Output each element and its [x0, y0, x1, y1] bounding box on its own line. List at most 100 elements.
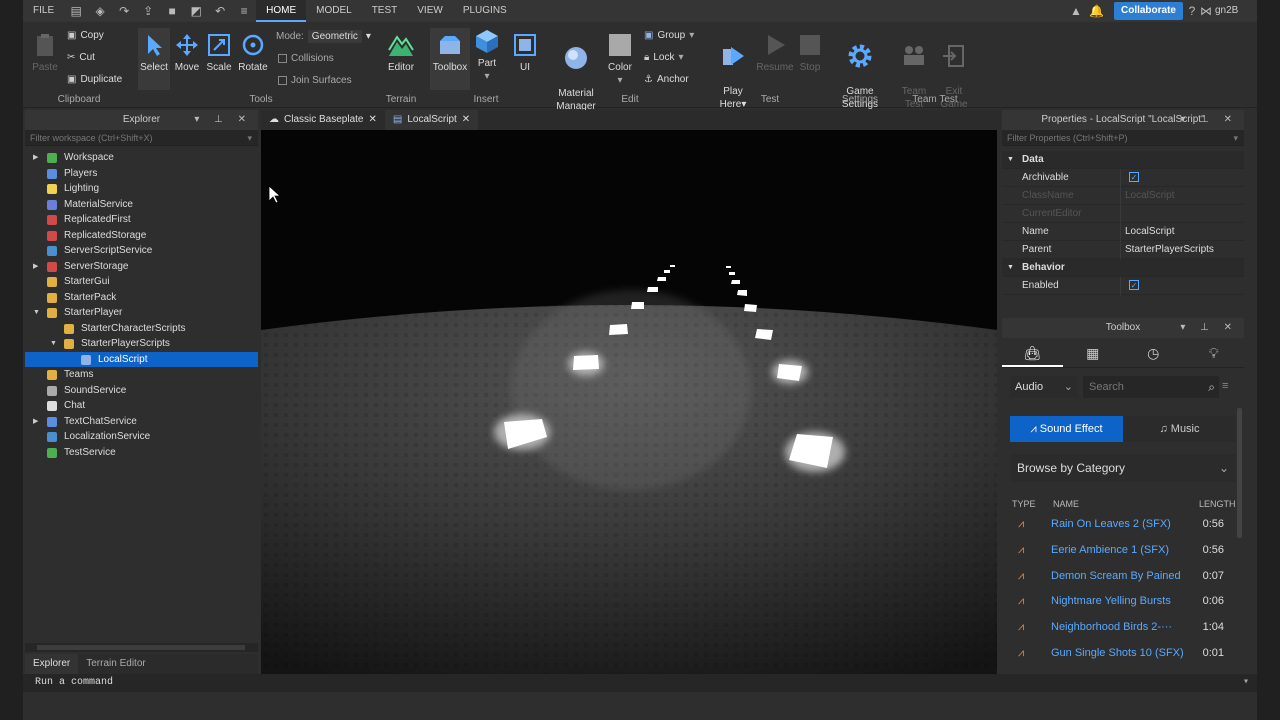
sound-name[interactable]: Gun Single Shots 10 (SFX)	[1051, 641, 1184, 667]
mode-selector[interactable]: Mode: Geometric ▾	[276, 30, 371, 43]
explorer-item[interactable]: StarterGui	[25, 274, 258, 290]
collisions-toggle[interactable]: Collisions	[278, 53, 334, 64]
join-surfaces-toggle[interactable]: Join Surfaces	[278, 75, 352, 86]
open-icon[interactable]: ◈	[93, 4, 107, 18]
ui-button[interactable]: UI	[510, 32, 540, 74]
copy-button[interactable]: ▣ Copy	[67, 30, 104, 41]
explorer-item[interactable]: ▶ Workspace	[25, 150, 258, 166]
property-row[interactable]: ClassName LocalScript	[1002, 187, 1244, 205]
expand-right-icon[interactable]: ▶	[33, 150, 41, 166]
filter-sliders-icon[interactable]: ≡	[1222, 380, 1228, 392]
expand-right-icon[interactable]: ▶	[33, 414, 41, 430]
explorer-item[interactable]: MaterialService	[25, 197, 258, 213]
property-row[interactable]: CurrentEditor	[1002, 205, 1244, 223]
tab-classic-baseplate[interactable]: ☁ Classic Baseplate ✕	[261, 110, 385, 130]
3d-viewport[interactable]	[261, 130, 997, 674]
tab-inventory-grid-icon[interactable]: ▦	[1063, 338, 1124, 367]
notification-bell-icon[interactable]: 🔔	[1089, 4, 1104, 18]
explorer-item[interactable]: ServerScriptService	[25, 243, 258, 259]
music-toggle[interactable]: ♫ Music	[1123, 416, 1236, 442]
category-dropdown[interactable]: Audio ⌄	[1010, 376, 1078, 398]
menu-model[interactable]: MODEL	[306, 0, 362, 22]
explorer-filter-input[interactable]: Filter workspace (Ctrl+Shift+X) ▾	[25, 130, 258, 146]
property-checkbox[interactable]: ✓	[1125, 169, 1139, 187]
tab-recent-clock-icon[interactable]: ◷	[1123, 338, 1184, 367]
undo-icon[interactable]: ↶	[213, 4, 227, 18]
sound-name[interactable]: Eerie Ambience 1 (SFX)	[1051, 538, 1169, 564]
explorer-item[interactable]: ReplicatedStorage	[25, 228, 258, 244]
sound-name[interactable]: Rain On Leaves 2 (SFX)	[1051, 512, 1171, 538]
explorer-item[interactable]: StarterPack	[25, 290, 258, 306]
anchor-button[interactable]: ⚓︎ Anchor	[644, 74, 689, 85]
resume-button[interactable]: Resume	[755, 32, 795, 74]
property-value[interactable]: LocalScript	[1125, 187, 1174, 205]
user-name[interactable]: gn2B	[1215, 5, 1238, 16]
properties-filter-input[interactable]: Filter Properties (Ctrl+Shift+P) ▾	[1002, 130, 1244, 146]
help-icon[interactable]: ?	[1185, 4, 1199, 18]
part-button[interactable]: Part ▾	[472, 28, 502, 83]
redo-arrow-icon[interactable]: ↷	[117, 4, 131, 18]
publish-icon[interactable]: ⇪	[141, 4, 155, 18]
menu-view[interactable]: VIEW	[407, 0, 453, 22]
tab-localscript[interactable]: ▤ LocalScript ✕	[384, 110, 479, 130]
menu-test[interactable]: TEST	[362, 0, 408, 22]
color-button[interactable]: Color ▾	[604, 32, 636, 87]
explorer-item[interactable]: Teams	[25, 367, 258, 383]
panel-controls[interactable]: ▾ ⊥ ✕	[194, 110, 252, 130]
menu-file[interactable]: FILE	[23, 0, 64, 22]
paste-button[interactable]: Paste	[31, 32, 59, 74]
explorer-item[interactable]: ▼ StarterPlayer	[25, 305, 258, 321]
sound-list-item[interactable]: ⩘ Gun Single Shots 10 (SFX) 0:01	[1002, 641, 1238, 667]
sound-list-item[interactable]: ⩘ Eerie Ambience 1 (SFX) 0:56	[1002, 538, 1238, 564]
move-button[interactable]: Move	[172, 32, 202, 74]
property-checkbox[interactable]: ✓	[1125, 277, 1139, 295]
toolbox-button[interactable]: Toolbox	[430, 28, 470, 90]
command-bar-input[interactable]: Run a command ▾	[23, 674, 1257, 692]
sound-list-item[interactable]: ⩘ Nightmare Yelling Bursts 0:06	[1002, 589, 1238, 615]
sound-name[interactable]: Nightmare Yelling Bursts	[1051, 589, 1171, 615]
expand-down-icon[interactable]: ▼	[33, 305, 41, 321]
menu-plugins[interactable]: PLUGINS	[453, 0, 517, 22]
explorer-item[interactable]: ▶ TextChatService	[25, 414, 258, 430]
lock-button[interactable]: 🔒︎ Lock ▾	[644, 52, 683, 63]
panel-controls[interactable]: ▾ ⊥ ✕	[1180, 318, 1238, 338]
sound-list-item[interactable]: ⩘ Neighborhood Birds 2-··· 1:04	[1002, 615, 1238, 641]
property-row[interactable]: Parent StarterPlayerScripts	[1002, 241, 1244, 259]
explorer-item[interactable]: ▶ ServerStorage	[25, 259, 258, 275]
tab-terrain-editor[interactable]: Terrain Editor	[78, 654, 153, 674]
explorer-item[interactable]: StarterCharacterScripts	[25, 321, 258, 337]
menu-home[interactable]: HOME	[256, 0, 307, 22]
property-value[interactable]: StarterPlayerScripts	[1125, 241, 1214, 259]
explorer-item[interactable]: Chat	[25, 398, 258, 414]
explorer-item[interactable]: Lighting	[25, 181, 258, 197]
plugin-icon[interactable]: ◩	[189, 4, 203, 18]
cut-button[interactable]: ✂ Cut	[67, 52, 95, 63]
collapse-icon[interactable]: ▲	[1069, 4, 1083, 18]
property-row[interactable]: Name LocalScript	[1002, 223, 1244, 241]
scale-button[interactable]: Scale	[204, 32, 234, 74]
toolbox-search-input[interactable]: Search ⌕	[1083, 376, 1219, 398]
sound-name[interactable]: Neighborhood Birds 2-···	[1051, 615, 1172, 641]
explorer-item[interactable]: SoundService	[25, 383, 258, 399]
close-icon[interactable]: ✕	[368, 110, 376, 130]
close-icon[interactable]: ✕	[462, 110, 470, 130]
expand-down-icon[interactable]: ▼	[50, 336, 58, 352]
toolbox-scrollbar[interactable]	[1237, 408, 1242, 538]
explorer-item[interactable]: TestService	[25, 445, 258, 461]
horizontal-scrollbar[interactable]	[25, 643, 258, 652]
expand-right-icon[interactable]: ▶	[33, 259, 41, 275]
tab-creations-bulb-icon[interactable]: 💡︎	[1184, 338, 1245, 367]
sound-effect-toggle[interactable]: ⩘ Sound Effect	[1010, 416, 1123, 442]
sound-list-item[interactable]: ⩘ Demon Scream By Pained 0:07	[1002, 564, 1238, 590]
share-icon[interactable]: ⋈	[1199, 4, 1213, 18]
explorer-item[interactable]: ▼ StarterPlayerScripts	[25, 336, 258, 352]
explorer-item[interactable]: LocalScript	[25, 351, 258, 367]
more-icon[interactable]: ≡	[237, 4, 251, 18]
terrain-editor-button[interactable]: Editor	[384, 32, 418, 74]
property-row[interactable]: Enabled ✓	[1002, 277, 1244, 295]
panel-controls[interactable]: ▾ ⊥ ✕	[1180, 110, 1238, 130]
stop-square-icon[interactable]: ■	[165, 4, 179, 18]
rotate-button[interactable]: Rotate	[236, 32, 270, 74]
stop-button[interactable]: Stop	[795, 32, 825, 74]
property-category[interactable]: ▼ Data	[1002, 151, 1244, 169]
